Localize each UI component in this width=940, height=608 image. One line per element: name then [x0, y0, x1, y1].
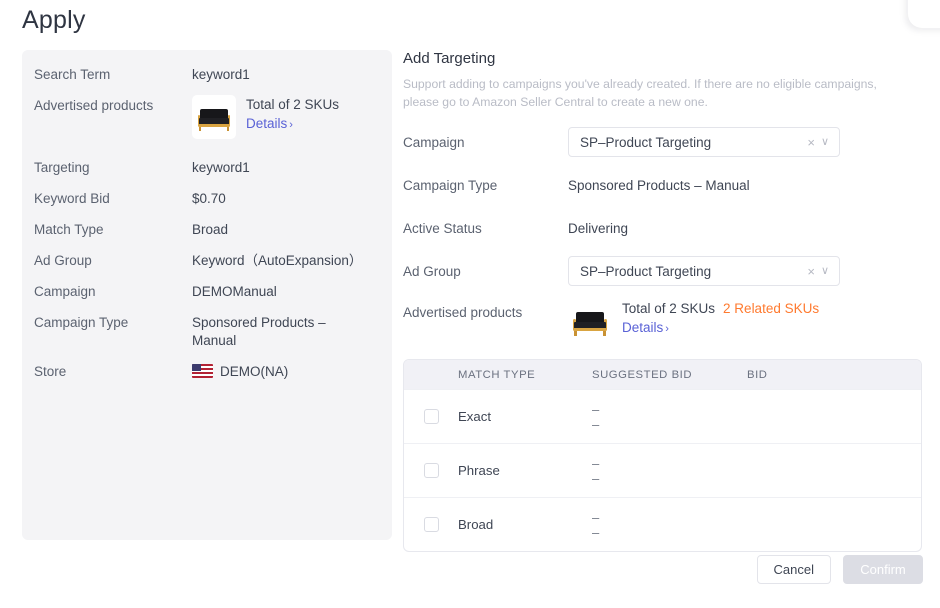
- keyword-summary-card: Search Term keyword1 Advertised products…: [22, 50, 392, 540]
- summary-value: Keyword（AutoExpansion）: [192, 253, 363, 268]
- details-link-label: Details: [622, 320, 664, 335]
- match-type-table: MATCH TYPE SUGGESTED BID BID Exact – – Ph…: [403, 359, 922, 552]
- apply-modal: Apply Search Term keyword1 Advertised pr…: [0, 0, 940, 608]
- summary-label: Targeting: [34, 160, 90, 175]
- section-title: Add Targeting: [403, 50, 496, 67]
- ad-group-select[interactable]: SP–Product Targeting × ∨: [568, 256, 840, 286]
- suggested-bid-line-1: –: [592, 455, 600, 471]
- summary-row-store: Store DEMO(NA): [22, 361, 392, 381]
- column-header-suggested-bid: SUGGESTED BID: [592, 368, 693, 381]
- section-description: Support adding to campaigns you've alrea…: [403, 77, 877, 109]
- field-label: Campaign: [403, 134, 465, 150]
- field-label: Active Status: [403, 220, 482, 236]
- summary-value: Broad: [192, 222, 229, 237]
- field-row-campaign: Campaign SP–Product Targeting × ∨: [403, 127, 923, 157]
- field-label: Advertised products: [403, 305, 523, 320]
- field-row-ad-group: Ad Group SP–Product Targeting × ∨: [403, 256, 923, 286]
- sku-total-text: Total of 2 SKUs: [246, 97, 340, 112]
- sku-summary: Total of 2 SKUs 2 Related SKUs: [622, 300, 819, 318]
- suggested-bid-line-1: –: [592, 509, 600, 525]
- column-header-bid: BID: [747, 368, 768, 381]
- summary-row-campaign-type: Campaign Type Sponsored Products – Manua…: [22, 312, 392, 350]
- field-label: Campaign Type: [403, 177, 498, 193]
- row-checkbox-cell: [404, 517, 458, 532]
- suggested-bid-line-1: –: [592, 401, 600, 417]
- row-checkbox-cell: [404, 463, 458, 478]
- summary-row-targeting: Targeting keyword1: [22, 157, 392, 177]
- cell-suggested-bid: – –: [592, 456, 747, 486]
- chevron-right-icon: ›: [289, 119, 293, 131]
- suggested-bid-line-2: –: [592, 470, 600, 486]
- store-name: DEMO(NA): [220, 364, 289, 379]
- ad-group-select-value: SP–Product Targeting: [580, 263, 712, 279]
- summary-value: $0.70: [192, 191, 226, 206]
- row-checkbox[interactable]: [423, 517, 439, 532]
- suggested-bid-line-2: –: [592, 416, 600, 432]
- futon-sofa-thumbnail: [568, 299, 612, 343]
- sku-total-text: Total of 2 SKUs: [622, 301, 716, 316]
- cell-suggested-bid: – –: [592, 402, 747, 432]
- field-value: Delivering: [568, 220, 629, 236]
- field-label: Ad Group: [403, 263, 461, 279]
- field-row-advertised-products: Advertised products Total of 2 SKUs 2 Rel…: [403, 299, 923, 343]
- field-value: Sponsored Products – Manual: [568, 177, 750, 193]
- cell-suggested-bid: – –: [592, 510, 747, 540]
- related-skus-link[interactable]: 2 Related SKUs: [723, 301, 819, 316]
- details-link[interactable]: Details ›: [622, 318, 669, 339]
- campaign-select[interactable]: SP–Product Targeting × ∨: [568, 127, 840, 157]
- summary-label: Advertised products: [34, 98, 154, 113]
- field-row-campaign-type: Campaign Type Sponsored Products – Manua…: [403, 170, 923, 200]
- campaign-select-value: SP–Product Targeting: [580, 134, 712, 150]
- summary-row-keyword-bid: Keyword Bid $0.70: [22, 188, 392, 208]
- cell-match-type: Phrase: [458, 463, 500, 478]
- summary-label: Keyword Bid: [34, 191, 110, 206]
- summary-value: keyword1: [192, 160, 250, 175]
- table-header-row: MATCH TYPE SUGGESTED BID BID: [404, 360, 921, 389]
- summary-label: Campaign: [34, 284, 96, 299]
- row-checkbox[interactable]: [423, 463, 439, 478]
- details-link-label: Details: [246, 116, 288, 131]
- modal-corner-notch: [908, 0, 940, 28]
- summary-row-search-term: Search Term keyword1: [22, 64, 392, 84]
- summary-row-campaign: Campaign DEMOManual: [22, 281, 392, 301]
- page-title: Apply: [22, 6, 86, 34]
- close-icon[interactable]: ×: [807, 265, 815, 278]
- row-checkbox-cell: [404, 409, 458, 424]
- summary-value: DEMOManual: [192, 284, 277, 299]
- close-icon[interactable]: ×: [807, 136, 815, 149]
- summary-label: Campaign Type: [34, 315, 129, 330]
- table-row[interactable]: Phrase – –: [404, 443, 921, 497]
- cell-match-type: Broad: [458, 517, 494, 532]
- modal-footer: Cancel Confirm: [756, 555, 923, 584]
- summary-label: Match Type: [34, 222, 104, 237]
- cell-match-type: Exact: [458, 409, 491, 424]
- summary-label: Ad Group: [34, 253, 92, 268]
- details-link[interactable]: Details ›: [246, 114, 293, 135]
- summary-value: keyword1: [192, 67, 250, 82]
- cancel-button[interactable]: Cancel: [756, 555, 831, 584]
- summary-row-advertised-products: Advertised products Total of 2 SKUs Deta…: [22, 95, 392, 139]
- summary-value: Sponsored Products – Manual: [192, 315, 326, 348]
- chevron-down-icon[interactable]: ∨: [821, 136, 829, 148]
- column-header-match-type: MATCH TYPE: [458, 368, 536, 381]
- summary-row-match-type: Match Type Broad: [22, 219, 392, 239]
- suggested-bid-line-2: –: [592, 524, 600, 540]
- summary-label: Store: [34, 364, 67, 379]
- table-row[interactable]: Broad – –: [404, 497, 921, 551]
- chevron-right-icon: ›: [665, 323, 669, 335]
- us-flag-icon: [192, 364, 213, 378]
- field-row-active-status: Active Status Delivering: [403, 213, 923, 243]
- chevron-down-icon[interactable]: ∨: [821, 265, 829, 277]
- summary-label: Search Term: [34, 67, 111, 82]
- add-targeting-panel: Add Targeting Support adding to campaign…: [403, 50, 923, 552]
- summary-value-store: DEMO(NA): [192, 361, 288, 381]
- futon-sofa-thumbnail: [192, 95, 236, 139]
- table-row[interactable]: Exact – –: [404, 389, 921, 443]
- summary-row-ad-group: Ad Group Keyword（AutoExpansion）: [22, 250, 392, 270]
- confirm-button[interactable]: Confirm: [843, 555, 923, 584]
- row-checkbox[interactable]: [423, 409, 439, 424]
